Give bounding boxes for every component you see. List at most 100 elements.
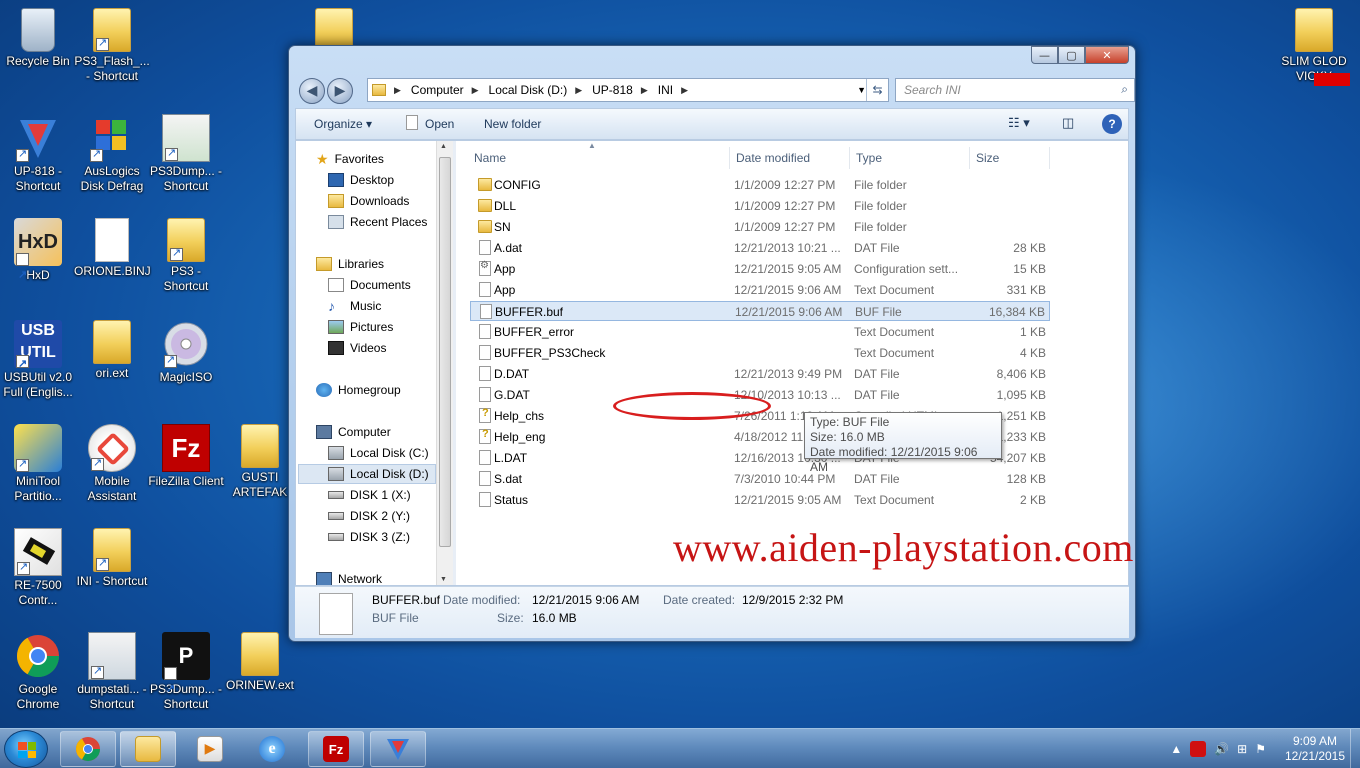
scroll-up-icon[interactable]: ▲ xyxy=(440,143,447,150)
action-center-icon[interactable]: ⚑ xyxy=(1255,742,1266,756)
desktop-icon-recycle-bin[interactable]: Recycle Bin xyxy=(0,8,76,69)
file-row[interactable]: DLL 1/1/2009 12:27 PM File folder xyxy=(470,196,1050,216)
desktop-icon-slim-glod[interactable]: SLIM GLOD VICKY xyxy=(1274,8,1354,86)
breadcrumb-computer[interactable]: Computer xyxy=(411,83,464,97)
new-folder-button[interactable]: New folder xyxy=(484,117,541,131)
nav-scrollbar[interactable]: ▲ ▼ xyxy=(436,141,453,585)
desktop-icon-up818[interactable]: UP-818 - Shortcut xyxy=(0,114,76,194)
nav-network[interactable]: Network xyxy=(316,569,382,585)
nav-libraries[interactable]: Libraries xyxy=(316,254,384,274)
desktop-icon-mobile-assistant[interactable]: Mobile Assistant xyxy=(74,424,150,504)
minimize-button[interactable]: — xyxy=(1031,46,1058,64)
search-input[interactable]: Search INI ⌕ xyxy=(895,78,1135,102)
file-row[interactable]: CONFIG 1/1/2009 12:27 PM File folder xyxy=(470,175,1050,195)
scroll-thumb[interactable] xyxy=(439,157,451,547)
file-size: 15 KB xyxy=(1013,262,1046,276)
desktop-icon-ps3dump-2[interactable]: P PS3Dump... - Shortcut xyxy=(148,632,224,713)
file-date: 1/1/2009 12:27 PM xyxy=(734,199,836,213)
antivirus-icon[interactable] xyxy=(1190,741,1207,757)
taskbar-up818[interactable] xyxy=(370,731,426,767)
breadcrumb-up818[interactable]: UP-818 xyxy=(592,83,633,97)
file-row[interactable]: App 12/21/2015 9:06 AM Text Document 331 KB xyxy=(470,280,1050,300)
file-row[interactable]: Status 12/21/2015 9:05 AM Text Document 2 K… xyxy=(470,490,1050,510)
nav-videos[interactable]: Videos xyxy=(328,338,386,358)
nav-downloads[interactable]: Downloads xyxy=(328,191,409,211)
close-button[interactable]: ✕ xyxy=(1085,46,1129,64)
nav-local-disk-d[interactable]: Local Disk (D:) xyxy=(298,464,436,484)
nav-local-disk-c[interactable]: Local Disk (C:) xyxy=(328,443,429,463)
clock[interactable]: 9:09 AM 12/21/2015 xyxy=(1280,734,1350,764)
column-header-size[interactable]: Size xyxy=(970,147,1050,169)
file-row[interactable]: SN 1/1/2009 12:27 PM File folder xyxy=(470,217,1050,237)
nav-disk-y[interactable]: DISK 2 (Y:) xyxy=(328,506,410,526)
help-icon[interactable]: ? xyxy=(1102,114,1122,134)
taskbar-media-player[interactable]: ▶ xyxy=(182,731,238,767)
network-status-icon[interactable]: ⊞ xyxy=(1237,742,1247,756)
desktop-icon-auslogics[interactable]: AusLogics Disk Defrag xyxy=(74,114,150,194)
address-bar[interactable]: ▶ Computer ▶ Local Disk (D:) ▶ UP-818 ▶ … xyxy=(367,78,889,102)
nav-disk-x[interactable]: DISK 1 (X:) xyxy=(328,485,411,505)
show-hidden-icons[interactable]: ▲ xyxy=(1170,742,1182,756)
scroll-down-icon[interactable]: ▼ xyxy=(440,576,447,583)
file-row[interactable]: BUFFER_error Text Document 1 KB xyxy=(470,322,1050,342)
taskbar-internet-explorer[interactable]: e xyxy=(244,731,300,767)
nav-desktop[interactable]: Desktop xyxy=(328,170,394,190)
file-size: 2 KB xyxy=(1019,493,1046,507)
desktop-icon-ps3dump-1[interactable]: PS3Dump... - Shortcut xyxy=(148,114,224,194)
desktop-icon-gusti[interactable]: GUSTI ARTEFAK xyxy=(222,424,298,500)
breadcrumb-local-disk-d[interactable]: Local Disk (D:) xyxy=(489,83,568,97)
forward-button[interactable]: ▶ xyxy=(327,78,353,104)
taskbar-chrome[interactable] xyxy=(60,731,116,767)
desktop-icon-orione[interactable]: ORIONE.BINJ xyxy=(74,218,151,279)
address-dropdown-icon[interactable]: ▼ xyxy=(857,85,866,95)
desktop-icon-minitool[interactable]: MiniTool Partitio... xyxy=(0,424,76,504)
file-row[interactable]: D.DAT 12/21/2013 9:49 PM DAT File 8,406 KB xyxy=(470,364,1050,384)
maximize-button[interactable]: ▢ xyxy=(1058,46,1085,64)
desktop-icon-re7500[interactable]: RE-7500 Contr... xyxy=(0,528,76,608)
desktop-icon-orinew[interactable]: ORINEW.ext xyxy=(222,632,298,693)
show-desktop-button[interactable] xyxy=(1350,729,1360,768)
desktop-icon-ori-ext[interactable]: ori.ext xyxy=(74,320,150,381)
file-row[interactable]: BUFFER_PS3Check Text Document 4 KB xyxy=(470,343,1050,363)
drive-icon xyxy=(328,446,344,460)
column-header-date[interactable]: Date modified xyxy=(730,147,850,169)
desktop-icon-usbutil[interactable]: USBUTIL USBUtil v2.0 Full (Englis... xyxy=(0,320,76,400)
open-button[interactable]: Open xyxy=(425,117,454,131)
nav-homegroup[interactable]: Homegroup xyxy=(316,380,401,400)
desktop-icon-hxd[interactable]: HxD HxD xyxy=(0,218,76,299)
back-button[interactable]: ◀ xyxy=(299,78,325,104)
desktop-icon-filezilla[interactable]: Fz FileZilla Client xyxy=(148,424,224,489)
explorer-icon xyxy=(135,736,161,762)
taskbar-filezilla[interactable]: Fz xyxy=(308,731,364,767)
file-row[interactable]: A.dat 12/21/2013 10:21 ... DAT File 28 KB xyxy=(470,238,1050,258)
desktop-icon-ps3-flash[interactable]: PS3_Flash_... - Shortcut xyxy=(74,8,150,84)
explorer-window[interactable]: — ▢ ✕ ◀ ▶ ▶ Computer ▶ Local Disk (D:) ▶… xyxy=(288,45,1136,642)
nav-pictures[interactable]: Pictures xyxy=(328,317,393,337)
content-area: ★ Favorites Desktop Downloads Recent Plac… xyxy=(295,140,1133,586)
views-icon[interactable]: ☷ ▾ xyxy=(1008,115,1030,131)
nav-disk-z[interactable]: DISK 3 (Z:) xyxy=(328,527,410,547)
refresh-icon[interactable]: ⇆ xyxy=(866,79,888,101)
column-header-name[interactable]: Name xyxy=(468,147,730,169)
nav-recent-places[interactable]: Recent Places xyxy=(328,212,427,232)
desktop-icon-dumpstation[interactable]: dumpstati... - Shortcut xyxy=(74,632,150,712)
desktop-icon-label: PS3Dump... - Shortcut xyxy=(149,682,223,711)
taskbar-explorer[interactable] xyxy=(120,731,176,767)
nav-label: Computer xyxy=(338,425,391,439)
desktop-icon-ini-shortcut[interactable]: INI - Shortcut xyxy=(74,528,150,589)
organize-button[interactable]: Organize ▾ xyxy=(314,117,372,131)
breadcrumb-ini[interactable]: INI xyxy=(658,83,673,97)
nav-music[interactable]: ♪ Music xyxy=(328,296,381,316)
desktop-icon-magiciso[interactable]: MagicISO xyxy=(148,320,224,385)
nav-computer[interactable]: Computer xyxy=(316,422,391,442)
preview-pane-icon[interactable]: ◫ xyxy=(1062,115,1074,131)
nav-documents[interactable]: Documents xyxy=(328,275,411,295)
column-header-type[interactable]: Type xyxy=(850,147,970,169)
desktop-icon-chrome[interactable]: Google Chrome xyxy=(0,632,76,712)
nav-favorites[interactable]: ★ Favorites xyxy=(316,149,384,169)
file-row[interactable]: BUFFER.buf 12/21/2015 9:06 AM BUF File 16,3… xyxy=(470,301,1050,321)
file-row[interactable]: App 12/21/2015 9:05 AM Configuration sett.… xyxy=(470,259,1050,279)
volume-icon[interactable]: 🔊 xyxy=(1214,742,1229,756)
start-button[interactable] xyxy=(4,730,48,768)
desktop-icon-ps3[interactable]: PS3 - Shortcut xyxy=(148,218,224,294)
